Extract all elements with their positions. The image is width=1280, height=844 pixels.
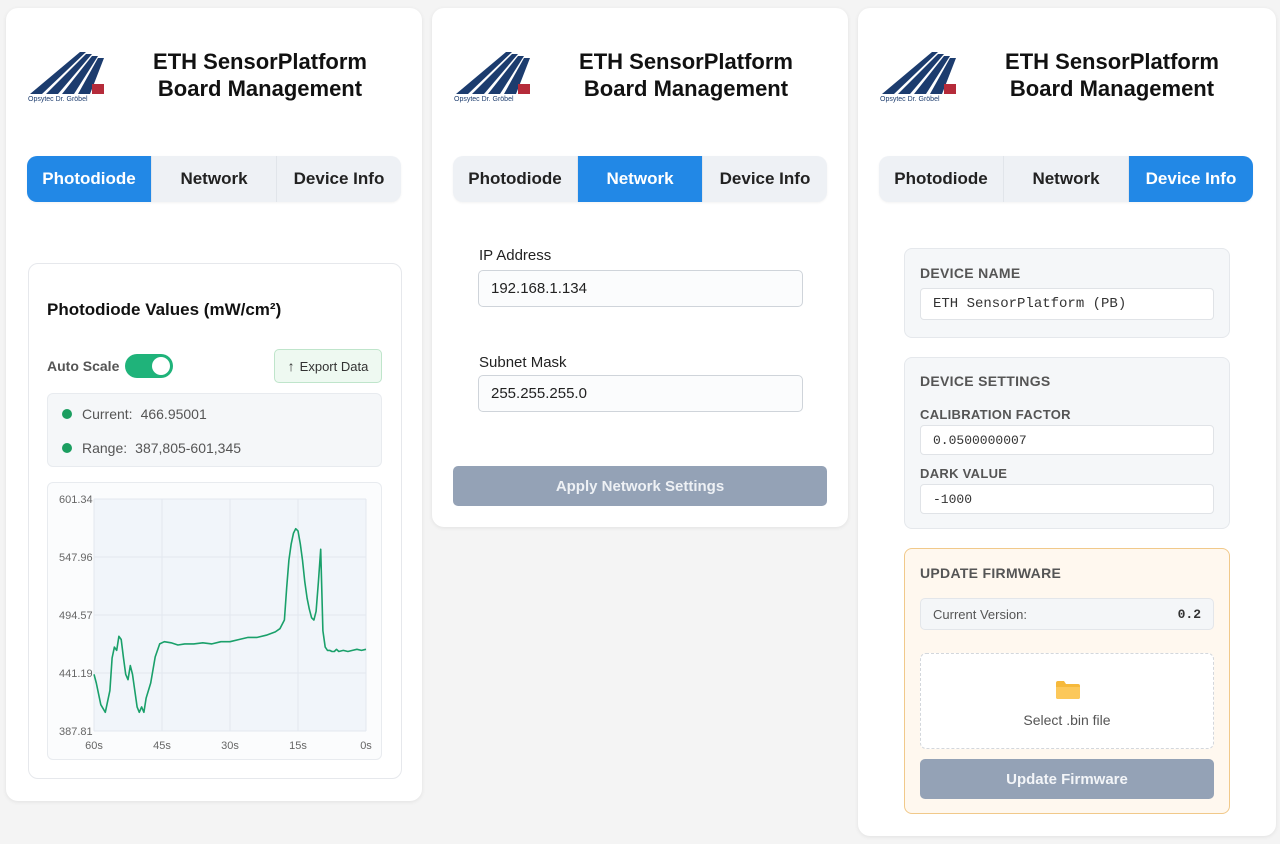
opsytec-logo: Opsytec Dr. Gröbel (28, 48, 108, 110)
tab-device-info[interactable]: Device Info (1129, 156, 1253, 202)
page-title: ETH SensorPlatform Board Management (1005, 49, 1219, 101)
subnet-mask-input[interactable] (478, 375, 803, 412)
stats-box: Current: 466.95001 Range: 387,805-601,34… (47, 393, 382, 467)
chart-svg: 601.34 547.96 494.57 441.19 387.81 60s 45s 30s 1… (59, 494, 372, 752)
subnet-mask-label: Subnet Mask (479, 354, 567, 371)
current-version-box: Current Version: 0.2 (920, 598, 1214, 630)
dark-value-label: DARK VALUE (920, 466, 1008, 481)
tab-bar: Photodiode Network Device Info (27, 156, 401, 202)
opsytec-logo: Opsytec Dr. Gröbel (880, 48, 960, 110)
current-version-label: Current Version: (933, 607, 1027, 622)
tab-photodiode[interactable]: Photodiode (27, 156, 152, 202)
update-firmware-section: UPDATE FIRMWARE Current Version: 0.2 Sel… (904, 548, 1230, 814)
status-dot-icon (62, 443, 72, 453)
tab-bar: Photodiode Network Device Info (879, 156, 1253, 202)
device-name-heading: DEVICE NAME (920, 265, 1021, 281)
tab-bar: Photodiode Network Device Info (453, 156, 827, 202)
apply-network-settings-button[interactable]: Apply Network Settings (453, 466, 827, 506)
photodiode-chart: 601.34 547.96 494.57 441.19 387.81 60s 45s 30s 1… (47, 482, 382, 760)
tab-device-info[interactable]: Device Info (703, 156, 827, 202)
tab-photodiode[interactable]: Photodiode (879, 156, 1004, 202)
update-firmware-heading: UPDATE FIRMWARE (920, 565, 1062, 581)
page-title: ETH SensorPlatform Board Management (579, 49, 793, 101)
dark-value-field[interactable]: -1000 (920, 484, 1214, 514)
photodiode-card: Photodiode Values (mW/cm²) Auto Scale ↑ … (28, 263, 402, 779)
ip-address-label: IP Address (479, 247, 552, 264)
file-drop-zone[interactable]: Select .bin file (920, 653, 1214, 749)
x-tick-label: 45s (153, 740, 171, 752)
logo-text: Opsytec Dr. Gröbel (880, 96, 940, 103)
tab-network[interactable]: Network (1004, 156, 1129, 202)
x-tick-label: 60s (85, 740, 103, 752)
auto-scale-label: Auto Scale (47, 358, 120, 374)
ip-address-input[interactable] (478, 270, 803, 307)
tab-device-info[interactable]: Device Info (277, 156, 401, 202)
tab-photodiode[interactable]: Photodiode (453, 156, 578, 202)
calibration-factor-field[interactable]: 0.0500000007 (920, 425, 1214, 455)
update-firmware-button[interactable]: Update Firmware (920, 759, 1214, 799)
current-stat: Current: 466.95001 (62, 406, 207, 422)
x-tick-label: 0s (360, 740, 372, 752)
logo-text: Opsytec Dr. Gröbel (28, 96, 88, 103)
y-tick-label: 387.81 (59, 726, 93, 738)
photodiode-title: Photodiode Values (mW/cm²) (47, 300, 282, 319)
status-dot-icon (62, 409, 72, 419)
y-tick-label: 601.34 (59, 494, 93, 506)
device-settings-heading: DEVICE SETTINGS (920, 373, 1051, 389)
export-data-button[interactable]: ↑ Export Data (274, 349, 382, 383)
device-name-field[interactable]: ETH SensorPlatform (PB) (920, 288, 1214, 320)
tab-network[interactable]: Network (152, 156, 277, 202)
y-tick-label: 494.57 (59, 610, 93, 622)
arrow-up-icon: ↑ (287, 358, 295, 374)
device-info-panel: Opsytec Dr. Gröbel ETH SensorPlatform Boa… (858, 8, 1276, 836)
page-title: ETH SensorPlatform Board Management (153, 49, 367, 101)
select-file-label: Select .bin file (1023, 712, 1111, 728)
logo-text: Opsytec Dr. Gröbel (454, 96, 514, 103)
x-tick-label: 15s (289, 740, 307, 752)
x-tick-label: 30s (221, 740, 239, 752)
network-panel: Opsytec Dr. Gröbel ETH SensorPlatform Boa… (432, 8, 848, 527)
photodiode-panel: Opsytec Dr. Gröbel ETH SensorPlatform Boa… (6, 8, 422, 801)
calibration-factor-label: CALIBRATION FACTOR (920, 407, 1071, 422)
folder-icon (1056, 681, 1080, 699)
auto-scale-toggle[interactable] (125, 354, 173, 378)
y-tick-label: 441.19 (59, 668, 93, 680)
y-tick-label: 547.96 (59, 552, 93, 564)
tab-network[interactable]: Network (578, 156, 703, 202)
current-version-value: 0.2 (1177, 607, 1201, 622)
opsytec-logo: Opsytec Dr. Gröbel (454, 48, 534, 110)
device-settings-section: DEVICE SETTINGS CALIBRATION FACTOR 0.050… (904, 357, 1230, 529)
range-stat: Range: 387,805-601,345 (62, 440, 241, 456)
device-name-section: DEVICE NAME ETH SensorPlatform (PB) (904, 248, 1230, 338)
